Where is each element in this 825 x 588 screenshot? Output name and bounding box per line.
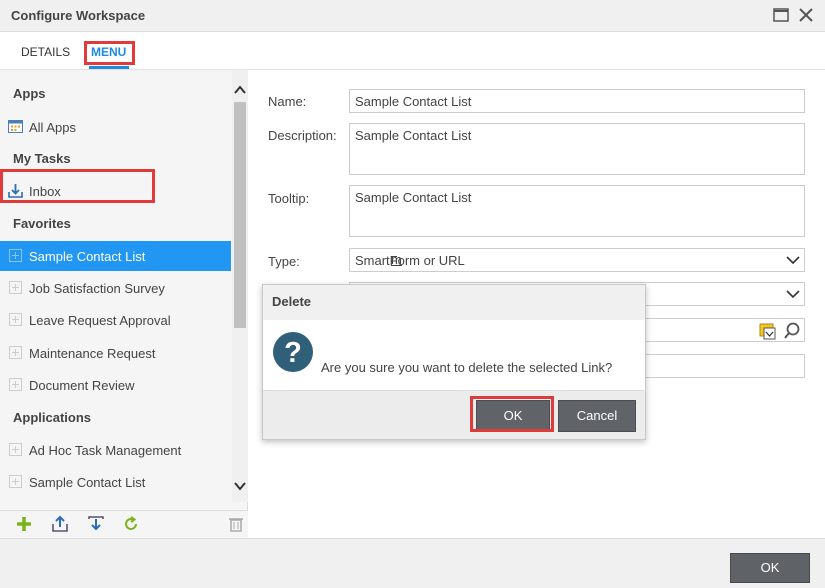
sidebar-item-label: All Apps (29, 120, 76, 135)
menu-tree-toolbar (0, 510, 248, 538)
sidebar-item-label: Ad Hoc Task Management (29, 443, 182, 458)
svg-text:?: ? (284, 337, 302, 369)
name-label: Name: (268, 94, 307, 109)
sidebar-item-label: Document Review (29, 378, 135, 393)
scroll-thumb[interactable] (234, 102, 246, 328)
tab-details[interactable]: DETAILS (21, 45, 70, 59)
sidebar-item-label: Maintenance Request (29, 346, 156, 361)
section-favorites: Favorites (13, 216, 71, 231)
chevron-down-icon (785, 253, 801, 267)
sidebar-item-sample-contact-list-app[interactable]: Sample Contact List (0, 467, 231, 497)
sidebar-item-label: Sample Contact List (29, 249, 146, 264)
link-plus-icon (8, 345, 23, 360)
menu-tree-pane: Apps All Apps My Tasks Inbox Favorites S… (0, 70, 248, 538)
delete-dialog-message: Are you sure you want to delete the sele… (321, 360, 613, 375)
delete-cancel-button[interactable]: Cancel (558, 400, 636, 432)
window-title: Configure Workspace (11, 8, 146, 23)
link-field-partial-text: m (391, 252, 402, 267)
delete-dialog-title: Delete (272, 294, 312, 309)
type-select[interactable]: SmartForm or URL (349, 248, 805, 272)
chevron-up-icon[interactable] (233, 82, 247, 98)
description-field[interactable]: Sample Contact List (349, 123, 805, 175)
section-applications: Applications (13, 410, 92, 425)
link-plus-icon (8, 248, 23, 263)
delete-dialog: Delete ? Are you sure you want to delete… (262, 284, 646, 440)
sidebar-item-document-review[interactable]: Document Review (0, 370, 231, 400)
refresh-icon[interactable] (122, 515, 140, 533)
section-my-tasks: My Tasks (13, 151, 71, 166)
folder-picker-icon (759, 323, 776, 340)
tab-highlight-box (84, 41, 135, 65)
sidebar-item-inbox[interactable]: Inbox (0, 176, 231, 206)
dialog-footer: OK (0, 538, 825, 588)
add-icon[interactable] (15, 515, 33, 533)
link-field-icons (758, 321, 804, 344)
sidebar-item-ad-hoc-task-management[interactable]: Ad Hoc Task Management (0, 435, 231, 465)
inbox-download-icon (8, 183, 23, 198)
sidebar-item-job-satisfaction-survey[interactable]: Job Satisfaction Survey (0, 273, 231, 303)
delete-ok-button[interactable]: OK (476, 400, 550, 432)
link-plus-icon (8, 377, 23, 392)
sidebar-item-sample-contact-list[interactable]: Sample Contact List (0, 241, 231, 271)
sidebar-item-leave-request-approval[interactable]: Leave Request Approval (0, 305, 231, 335)
sidebar-item-label: Inbox (29, 184, 61, 199)
title-bar: Configure Workspace (0, 0, 825, 32)
chevron-down-icon[interactable] (233, 478, 247, 494)
sidebar-item-all-apps[interactable]: All Apps (0, 112, 231, 142)
section-apps: Apps (13, 86, 46, 101)
tooltip-label: Tooltip: (268, 191, 310, 206)
download-icon[interactable] (87, 515, 105, 533)
menu-tree: Apps All Apps My Tasks Inbox Favorites S… (0, 70, 232, 502)
name-field[interactable]: Sample Contact List (349, 89, 805, 113)
trash-icon[interactable] (227, 515, 245, 533)
chevron-down-icon (785, 287, 801, 301)
tooltip-field[interactable]: Sample Contact List (349, 185, 805, 237)
type-select-value: SmartForm or URL (355, 253, 465, 268)
link-plus-icon (8, 442, 23, 457)
link-plus-icon (8, 312, 23, 327)
link-plus-icon (8, 474, 23, 489)
maximize-icon[interactable] (772, 6, 790, 24)
menu-tree-scrollbar[interactable] (232, 70, 248, 502)
search-icon (784, 322, 800, 339)
link-plus-icon (8, 280, 23, 295)
delete-dialog-footer: OK Cancel (263, 390, 645, 439)
upload-icon[interactable] (51, 515, 69, 533)
close-icon[interactable] (797, 6, 815, 24)
type-label: Type: (268, 254, 300, 269)
question-icon: ? (273, 332, 313, 372)
ok-button[interactable]: OK (730, 553, 810, 583)
sidebar-item-label: Sample Contact List (29, 475, 146, 490)
apps-grid-icon (8, 119, 23, 134)
active-tab-indicator (89, 66, 129, 69)
sidebar-item-label: Leave Request Approval (29, 313, 171, 328)
description-label: Description: (268, 128, 337, 143)
delete-dialog-header: Delete (263, 285, 645, 320)
sidebar-item-label: Job Satisfaction Survey (29, 281, 165, 296)
sidebar-item-maintenance-request[interactable]: Maintenance Request (0, 338, 231, 368)
